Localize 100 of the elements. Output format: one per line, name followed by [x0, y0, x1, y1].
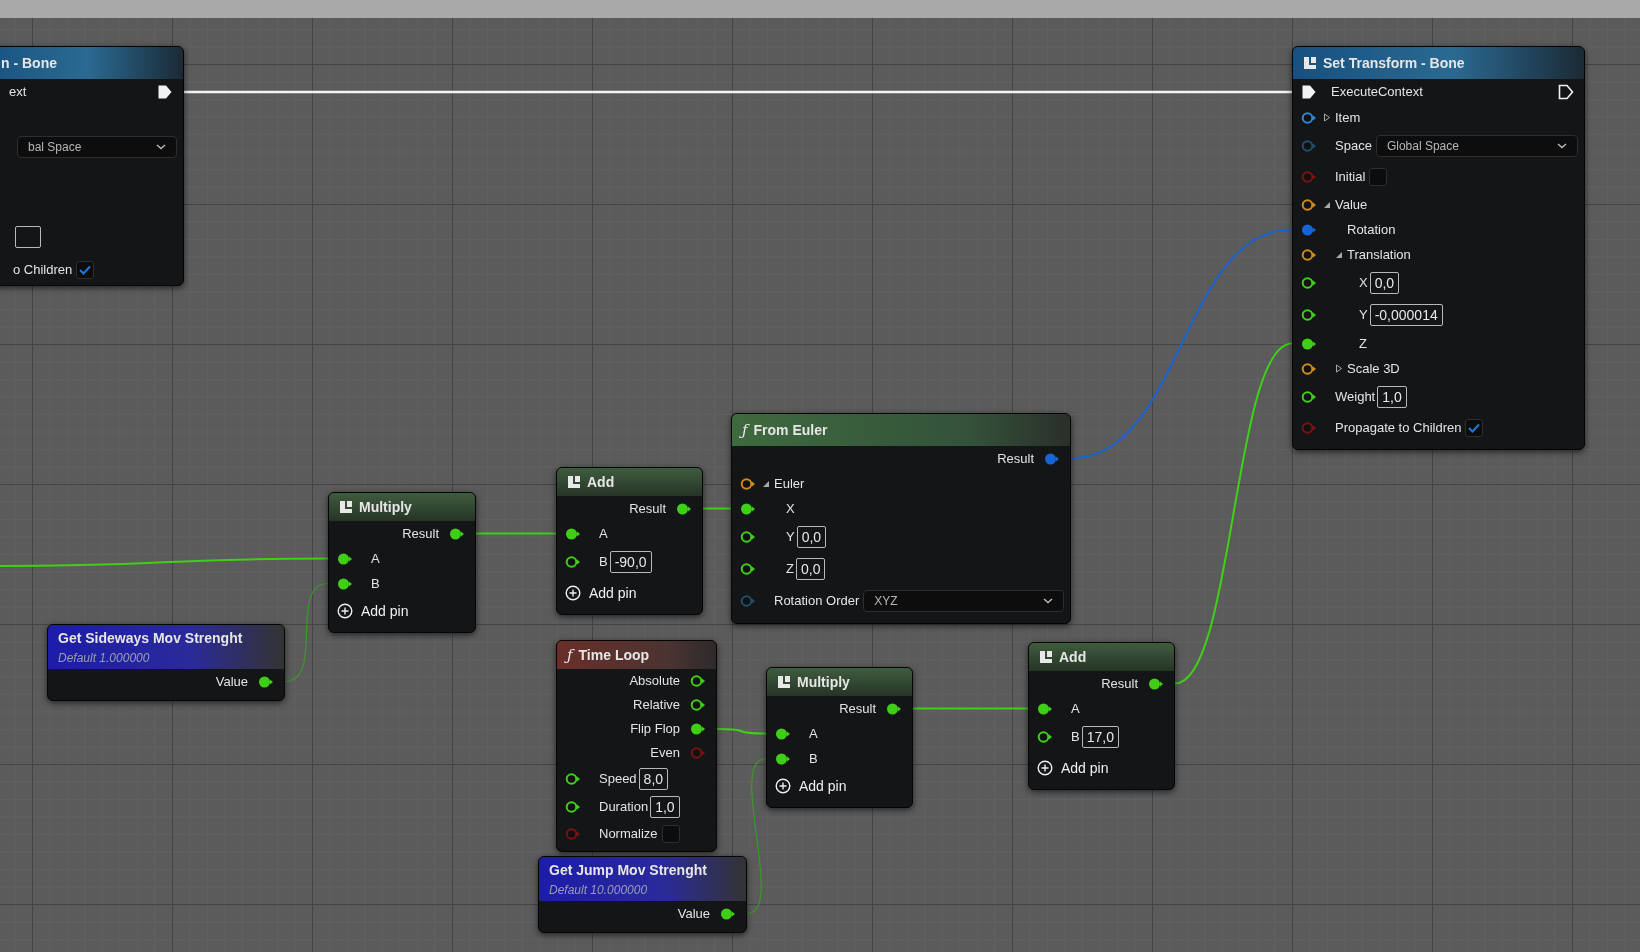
pin[interactable] [337, 551, 353, 566]
exec-pin[interactable] [1301, 84, 1317, 100]
number-field[interactable] [15, 226, 41, 248]
add-pin-button[interactable]: Add pin [337, 600, 409, 622]
pin[interactable] [1301, 110, 1317, 125]
pin-label: ExecuteContext [1331, 83, 1423, 102]
checkbox[interactable] [1369, 168, 1388, 186]
number-field[interactable]: 8,0 [638, 768, 669, 790]
pin[interactable] [1301, 390, 1317, 404]
graph-node[interactable]: ƒ Time Loop Absolute Relative Flip Flop Even Speed 8,0 Duration 1,0 Normalize [556, 640, 717, 852]
pin[interactable] [740, 562, 756, 576]
graph-node[interactable]: n - Bone ext bal Space o Children [0, 46, 184, 286]
add-pin-button[interactable]: Add pin [565, 582, 637, 604]
pin-label: Value [1335, 195, 1368, 214]
pin[interactable] [690, 722, 706, 736]
pin-label: Result [997, 449, 1034, 468]
pin-label: o Children [13, 261, 73, 280]
pin[interactable] [1301, 308, 1317, 322]
number-field[interactable]: 1,0 [1377, 386, 1407, 408]
pin[interactable] [740, 501, 756, 516]
wire [716, 728, 767, 735]
pin-label: Flip Flop [630, 720, 680, 739]
triangle-icon[interactable] [1323, 113, 1331, 122]
pin[interactable] [1301, 197, 1317, 212]
pin[interactable] [775, 726, 791, 741]
number-field[interactable]: -0,000014 [1369, 304, 1443, 326]
pin[interactable] [775, 751, 791, 766]
graph-node[interactable]: Get Jump Mov Strenght Default 10.000000 Value [538, 856, 747, 933]
number-field[interactable]: 17,0 [1081, 726, 1119, 748]
number-field[interactable]: 0,0 [1369, 272, 1400, 294]
chevron-down-icon [1043, 598, 1053, 604]
node-title: Get Jump Mov Strenght [549, 860, 707, 880]
checkbox[interactable] [661, 825, 680, 843]
checkbox[interactable] [76, 261, 95, 279]
pin[interactable] [1301, 247, 1317, 262]
pin-label: Euler [774, 474, 805, 493]
pin[interactable] [337, 576, 353, 591]
graph-node[interactable]: Multiply Result A B Add pin [766, 667, 913, 808]
pin[interactable] [690, 698, 706, 712]
pin-label: Even [650, 744, 680, 763]
exec-pin[interactable] [157, 84, 173, 100]
number-field[interactable]: 0,0 [796, 526, 827, 548]
pin-label: B [1071, 728, 1080, 747]
pin-label: A [371, 549, 380, 568]
pin[interactable] [565, 526, 581, 541]
triangle-icon[interactable] [1323, 200, 1331, 209]
pin[interactable] [886, 701, 902, 716]
triangle-icon[interactable] [1335, 364, 1343, 373]
pin-label: Z [786, 560, 794, 579]
graph-node[interactable]: Get Sideways Mov Strenght Default 1.000000 Value [47, 624, 285, 701]
dropdown[interactable]: XYZ [863, 590, 1064, 612]
pin[interactable] [740, 476, 756, 491]
pin[interactable] [565, 800, 581, 814]
triangle-icon[interactable] [1335, 250, 1343, 259]
add-pin-button[interactable]: Add pin [1037, 757, 1109, 779]
node-icon [1303, 56, 1317, 70]
graph-node[interactable]: Add Result A B -90,0 Add pin [556, 467, 703, 615]
pin[interactable] [1301, 336, 1317, 351]
pin[interactable] [449, 526, 465, 541]
pin-label: A [599, 524, 608, 543]
pin[interactable] [1301, 276, 1317, 290]
number-field[interactable]: 1,0 [650, 796, 680, 818]
pin[interactable] [690, 674, 706, 688]
node-title: Multiply [797, 672, 850, 692]
pin[interactable] [740, 530, 756, 544]
graph-node[interactable]: Multiply Result A B Add pin [328, 492, 476, 633]
dropdown[interactable]: bal Space [17, 136, 177, 158]
node-icon [567, 475, 581, 489]
plus-circle-icon [337, 603, 353, 619]
pin-label: Result [839, 699, 876, 718]
pin-label: X [786, 499, 795, 518]
node-icon [777, 675, 791, 689]
pin[interactable] [1037, 701, 1053, 716]
node-title: From Euler [753, 420, 828, 440]
node-icon [1039, 650, 1053, 664]
dropdown[interactable]: Global Space [1375, 135, 1578, 157]
number-field[interactable]: -90,0 [609, 551, 652, 573]
pin[interactable] [1148, 676, 1164, 691]
wire [702, 507, 732, 510]
number-field[interactable]: 0,0 [795, 558, 826, 580]
pin[interactable] [1037, 730, 1053, 744]
pin[interactable] [258, 674, 274, 689]
exec-pin[interactable] [1558, 84, 1574, 100]
pin[interactable] [565, 772, 581, 786]
graph-node[interactable]: Set Transform - Bone ExecuteContext Item Space Global Space Initial Value Rotation Translation X 0,0 Y -0,000014 Z Scale 3D Weight 1,0 Propagate to Children [1292, 46, 1585, 450]
pin-label: Propagate to Children [1335, 419, 1462, 438]
pin-label: Y [1359, 306, 1368, 325]
node-title: Add [587, 472, 615, 492]
pin-label: X [1359, 274, 1368, 293]
graph-node[interactable]: Add Result A B 17,0 Add pin [1028, 642, 1175, 790]
triangle-icon[interactable] [762, 479, 770, 488]
pin[interactable] [676, 501, 692, 516]
graph-node[interactable]: ƒ From Euler Result Euler X Y 0,0 Z 0,0 Rotation Order XYZ [731, 413, 1071, 624]
pin[interactable] [565, 555, 581, 569]
add-pin-button[interactable]: Add pin [775, 775, 847, 797]
pin[interactable] [720, 906, 736, 921]
pin[interactable] [1301, 361, 1317, 376]
node-title: Multiply [359, 497, 412, 517]
check-icon [1468, 423, 1481, 433]
checkbox[interactable] [1465, 419, 1484, 437]
